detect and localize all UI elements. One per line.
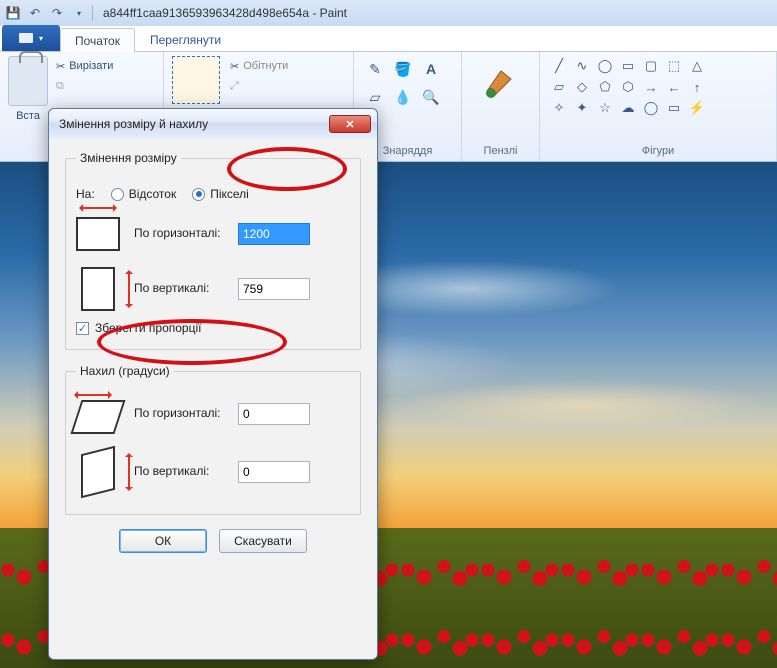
quick-access-toolbar: 💾 ↶ ↷ ▾ <box>4 4 88 22</box>
undo-icon[interactable]: ↶ <box>26 4 44 22</box>
ribbon-tabs: Початок Переглянути <box>0 26 777 52</box>
vertical-input[interactable] <box>238 278 310 300</box>
radio-icon-checked <box>192 188 205 201</box>
skew-horizontal-input[interactable] <box>238 403 310 425</box>
by-label: На: <box>76 187 95 201</box>
checkbox-icon: ✓ <box>76 322 89 335</box>
horiz-label: По горизонталі: <box>134 226 224 242</box>
text-icon[interactable]: A <box>418 56 444 82</box>
skew-v-label: По вертикалі: <box>134 464 224 480</box>
file-menu-button[interactable] <box>2 25 60 51</box>
titlebar: 💾 ↶ ↷ ▾ a844ff1caa9136593963428d498e654a… <box>0 0 777 26</box>
radio-pixels[interactable]: Пікселі <box>192 187 249 201</box>
dialog-title: Змінення розміру й нахилу <box>59 117 208 131</box>
eraser-icon[interactable]: ▱ <box>362 84 388 110</box>
ok-button[interactable]: ОК <box>119 529 207 553</box>
scissors-icon: ✂ <box>56 60 65 73</box>
skew-vertical-icon <box>81 446 115 498</box>
tools-grid: ✎ 🪣 A ▱ 💧 🔍 <box>362 56 453 110</box>
copy-label <box>68 80 71 92</box>
resize-label-gray <box>243 80 246 92</box>
paste-label: Вста <box>8 110 48 122</box>
select-icon[interactable] <box>172 56 220 104</box>
tab-home[interactable]: Початок <box>60 28 135 52</box>
resize-legend: Змінення розміру <box>76 151 181 165</box>
horizontal-input[interactable] <box>238 223 310 245</box>
resize-icon-small: ⤢ <box>230 80 239 93</box>
pixels-label: Пікселі <box>210 187 249 201</box>
save-icon[interactable]: 💾 <box>4 4 22 22</box>
copy-button-disabled: ⧉ <box>56 76 113 96</box>
radio-percent[interactable]: Відсоток <box>111 187 177 201</box>
skew-legend: Нахил (градуси) <box>76 364 174 378</box>
magnifier-icon[interactable]: 🔍 <box>418 84 444 110</box>
aspect-ratio-checkbox[interactable]: ✓ Зберегти пропорції <box>76 321 350 335</box>
redo-icon[interactable]: ↷ <box>48 4 66 22</box>
radio-icon <box>111 188 124 201</box>
pencil-icon[interactable]: ✎ <box>362 56 388 82</box>
brushes-label: Пензлі <box>484 143 518 161</box>
cut-button[interactable]: ✂ Вирізати <box>56 56 113 76</box>
close-button[interactable]: ✕ <box>329 115 371 133</box>
brushes-button[interactable] <box>476 56 526 106</box>
copy-icon: ⧉ <box>56 80 64 93</box>
crop-button[interactable]: ✂ Обітнути <box>230 56 288 76</box>
shapes-gallery[interactable]: ╱∿◯▭▢⬚△ ▱◇⬠⬡→←↑ ✧✦☆☁◯▭⚡ <box>548 56 768 118</box>
cut-label: Вирізати <box>69 60 113 72</box>
paste-icon[interactable] <box>8 56 48 106</box>
skew-fieldset: Нахил (градуси) По горизонталі: По верти… <box>65 364 361 515</box>
skew-vertical-input[interactable] <box>238 461 310 483</box>
resize-horizontal-icon <box>76 217 120 251</box>
close-icon: ✕ <box>345 118 354 131</box>
resize-fieldset: Змінення розміру На: Відсоток Пікселі По… <box>65 151 361 350</box>
skew-h-label: По горизонталі: <box>134 406 224 422</box>
picker-icon[interactable]: 💧 <box>390 84 416 110</box>
ok-label: ОК <box>155 534 171 548</box>
window-title: a844ff1caa9136593963428d498e654a - Paint <box>103 6 347 20</box>
shapes-group-label: Фігури <box>548 143 768 161</box>
tab-view[interactable]: Переглянути <box>135 27 236 51</box>
resize-button-ribbon[interactable]: ⤢ <box>230 76 288 96</box>
dialog-titlebar[interactable]: Змінення розміру й нахилу ✕ <box>49 109 377 139</box>
cancel-button[interactable]: Скасувати <box>219 529 307 553</box>
aspect-label: Зберегти пропорції <box>95 321 201 335</box>
cancel-label: Скасувати <box>234 534 292 548</box>
resize-vertical-icon <box>81 267 115 311</box>
resize-skew-dialog: Змінення розміру й нахилу ✕ Змінення роз… <box>48 108 378 660</box>
skew-horizontal-icon <box>70 400 125 434</box>
qat-dropdown-icon[interactable]: ▾ <box>70 4 88 22</box>
crop-icon: ✂ <box>230 60 239 73</box>
crop-label: Обітнути <box>243 60 288 72</box>
percent-label: Відсоток <box>129 187 177 201</box>
vert-label: По вертикалі: <box>134 281 224 297</box>
fill-icon[interactable]: 🪣 <box>390 56 416 82</box>
